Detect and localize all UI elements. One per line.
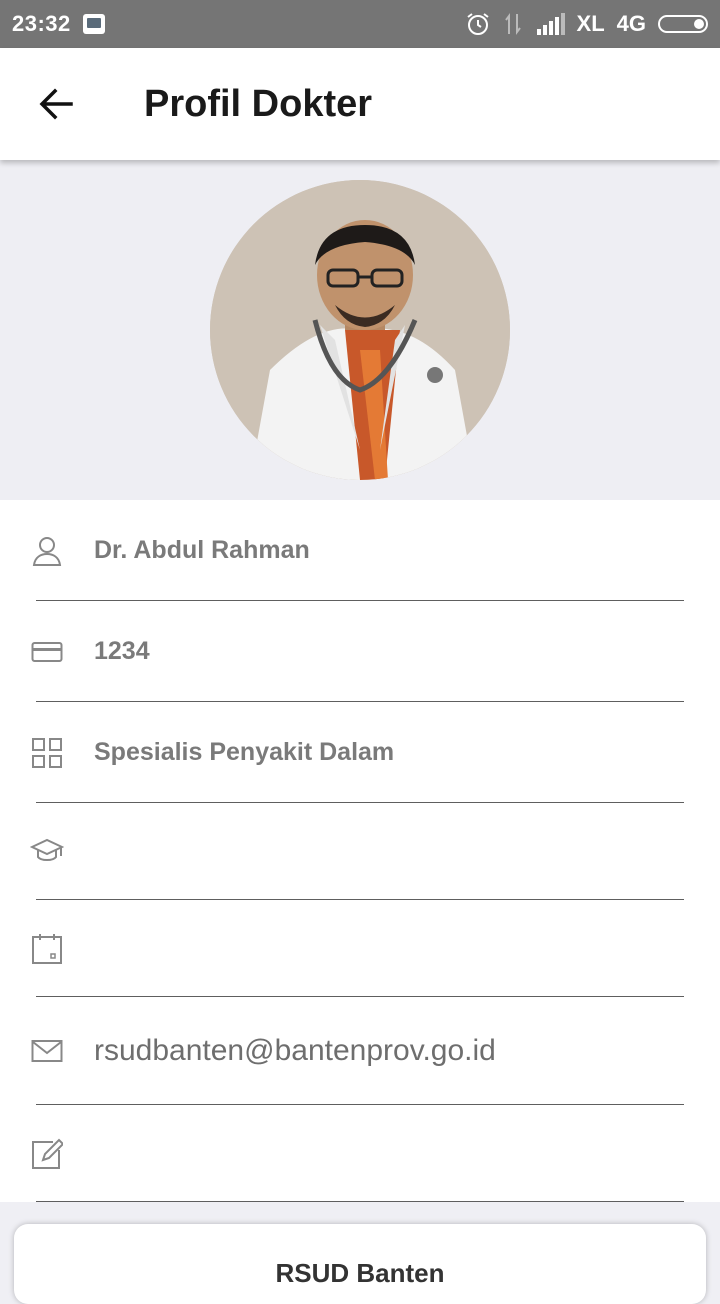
doctor-specialty: Spesialis Penyakit Dalam	[94, 738, 395, 766]
network-label: 4G	[616, 11, 646, 36]
card-icon	[30, 635, 64, 669]
status-icons: XL 4G	[465, 11, 708, 37]
page-title: Profil Dokter	[144, 82, 373, 125]
profile-field-list: Dr. Abdul Rahman 1234 Spesialis Penyakit…	[0, 500, 720, 1202]
field-email: rsudbanten@bantenprov.go.id	[0, 997, 720, 1105]
hospital-name: RSUD Banten	[275, 1258, 445, 1288]
mail-icon	[30, 1034, 64, 1068]
status-time: 23:32	[12, 11, 71, 36]
hospital-card[interactable]: RSUD Banten	[14, 1224, 706, 1304]
signal-icon	[536, 13, 565, 35]
edit-icon	[30, 1137, 64, 1171]
bbm-icon	[82, 14, 105, 34]
field-education	[0, 803, 720, 900]
field-id: 1234	[0, 601, 720, 702]
field-notes	[0, 1105, 720, 1202]
doctor-photo	[210, 180, 510, 480]
back-button[interactable]	[0, 48, 112, 160]
doctor-email: rsudbanten@bantenprov.go.id	[94, 1034, 496, 1067]
person-icon	[30, 534, 64, 568]
field-schedule	[0, 900, 720, 997]
battery-icon	[658, 15, 708, 33]
carrier-label: XL	[576, 11, 605, 36]
field-specialty: Spesialis Penyakit Dalam	[0, 702, 720, 803]
app-bar: Profil Dokter	[0, 48, 720, 160]
field-name: Dr. Abdul Rahman	[0, 500, 720, 601]
doctor-name: Dr. Abdul Rahman	[94, 536, 310, 564]
data-arrows-icon	[504, 13, 521, 35]
alarm-icon	[466, 13, 489, 35]
arrow-back-icon	[39, 88, 73, 120]
calendar-icon	[30, 932, 64, 966]
graduation-cap-icon	[30, 835, 64, 869]
grid-icon	[30, 736, 64, 770]
doctor-id: 1234	[94, 637, 150, 665]
status-bar: 23:32 XL 4G	[0, 0, 720, 48]
profile-header	[0, 160, 720, 500]
divider	[36, 1201, 684, 1202]
